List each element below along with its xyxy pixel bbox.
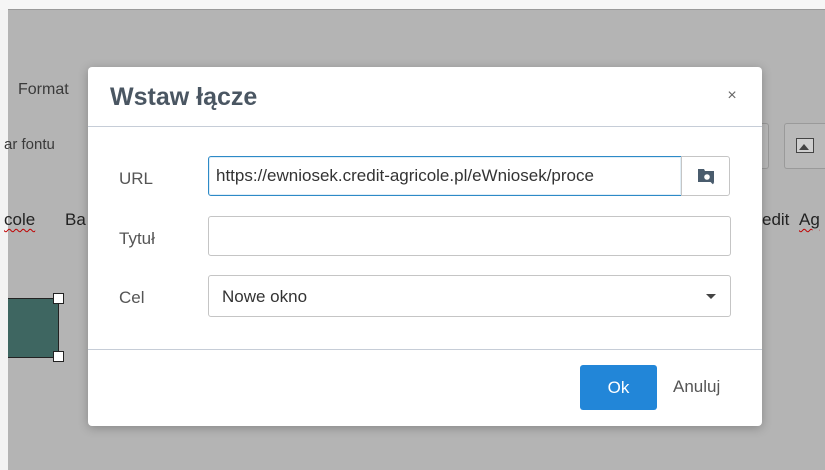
target-label: Cel [119,288,145,307]
url-label: URL [119,169,154,188]
browse-icon [698,169,715,185]
resize-handle [53,351,64,362]
browse-button[interactable] [681,156,730,196]
target-select[interactable]: Nowe okno [208,275,731,317]
image-icon [796,138,814,153]
document-text-fragment: edit [762,210,790,229]
title-input[interactable] [208,216,731,256]
url-input[interactable] [208,156,682,196]
target-select-value: Nowe okno [222,287,308,306]
ok-button[interactable]: Ok [580,365,657,410]
divider [88,126,762,127]
dialog-title: Wstaw łącze [110,83,258,111]
insert-image-button [784,123,825,169]
cancel-button[interactable]: Anuluj [673,377,720,397]
font-size-label: ar fontu [4,136,55,153]
divider [88,349,762,350]
selected-shape [8,298,59,358]
format-menu-label: Format [18,81,69,98]
insert-link-dialog: Wstaw łącze × URL Tytuł Cel Nowe okno Ok… [88,67,762,426]
document-text-fragment: Ag [799,210,820,229]
document-text-fragment: Ba [65,210,86,229]
chevron-down-icon [706,294,716,299]
divider [8,9,825,10]
document-text-fragment: cole [4,210,36,229]
close-icon[interactable]: × [724,87,740,105]
title-label: Tytuł [119,229,155,248]
editor-left-edge [0,0,8,470]
resize-handle [53,293,64,304]
